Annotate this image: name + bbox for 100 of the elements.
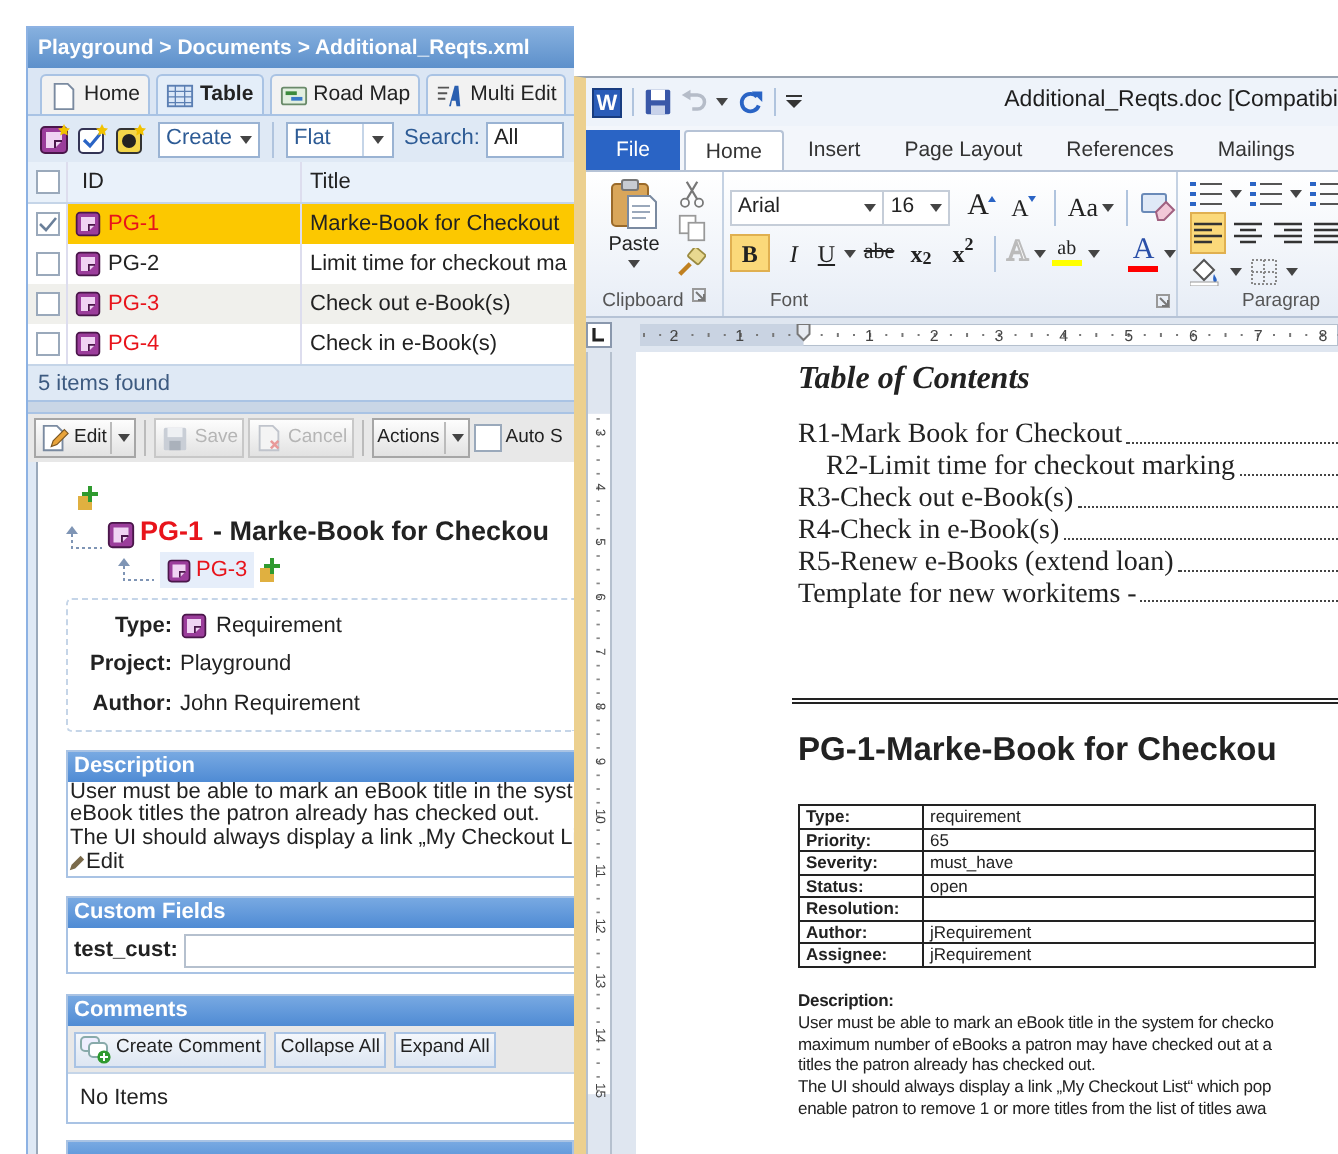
ruler-number: 2 — [669, 327, 679, 345]
caret-icon — [240, 135, 253, 143]
search-field[interactable]: All — [485, 121, 564, 157]
bullets-icon[interactable] — [1190, 180, 1222, 209]
shrink-font-button[interactable]: A — [1006, 188, 1042, 226]
cut-icon[interactable] — [678, 180, 706, 208]
format-button[interactable]: B — [730, 234, 770, 272]
caret-icon — [1164, 249, 1177, 257]
font-size-field[interactable]: 16 — [882, 189, 950, 225]
row-checkbox[interactable] — [35, 332, 59, 356]
borders-icon[interactable] — [1250, 257, 1278, 286]
toc-entry[interactable]: R4-Check in e-Book(s) — [798, 515, 1338, 548]
item-id: PG-2 — [108, 249, 160, 280]
description-line: The UI should always display a link „My Checkout Li — [70, 827, 574, 850]
table-row[interactable]: PG-1 Marke-Book for Checkout — [28, 204, 574, 244]
section-header: Comments — [68, 996, 574, 1026]
comment-button[interactable]: Create Comment — [74, 1031, 267, 1067]
select-all-checkbox[interactable] — [35, 170, 59, 194]
customize-toolbar-icon[interactable] — [786, 94, 802, 110]
view-select[interactable]: Flat — [286, 121, 395, 157]
description-line: The UI should always display a link „My Checkout List“ which pop — [798, 1076, 1274, 1099]
highlight-button[interactable]: ab — [1052, 234, 1100, 272]
row-checkbox[interactable] — [35, 212, 59, 236]
toc-entry[interactable]: R1-Mark Book for Checkout — [798, 420, 1338, 452]
font-color-button[interactable]: A — [1129, 234, 1176, 272]
font-name-field[interactable]: Arial — [730, 189, 885, 225]
description-line: titles the patron already has checked out. — [798, 1054, 1098, 1077]
tab[interactable]: Road Map — [269, 74, 421, 114]
align-left-button[interactable] — [1190, 212, 1226, 255]
ruler-number: 2 — [929, 327, 939, 345]
tab-stop-icon[interactable] — [586, 322, 612, 348]
toolbar-button[interactable]: Actions — [371, 418, 470, 458]
increase-arrow-icon — [988, 196, 997, 202]
description-line: User must be able to mark an eBook title in the syst — [70, 781, 574, 804]
grow-font-button[interactable]: A — [964, 188, 1000, 226]
format-button[interactable]: x$^{2}$ — [945, 234, 982, 272]
numbering-icon[interactable] — [1250, 180, 1282, 209]
format-button[interactable]: x$_{2}$ — [903, 234, 940, 272]
requirement-icon — [74, 210, 102, 238]
ribbon-tab[interactable]: References — [1046, 130, 1194, 170]
comment-button[interactable]: Expand All — [393, 1031, 496, 1067]
toolbar-button[interactable]: Edit — [34, 418, 137, 458]
ruler-number: 3 — [994, 327, 1004, 345]
table-row[interactable]: PG-3 Check out e-Book(s) — [28, 284, 574, 324]
child-item-link[interactable]: PG-3 — [160, 551, 254, 589]
toc-entry[interactable]: R3-Check out e-Book(s) — [798, 483, 1338, 516]
create-dropdown[interactable]: Create — [158, 121, 261, 157]
field-value: Playground — [180, 650, 292, 680]
field-label: test_cust: — [74, 935, 178, 966]
format-button[interactable]: I — [775, 234, 812, 272]
ribbon-tab[interactable]: Insert — [787, 130, 881, 170]
dialog-launcher-icon[interactable] — [691, 288, 706, 302]
save-icon[interactable] — [644, 88, 672, 116]
shading-icon[interactable] — [1190, 257, 1222, 286]
copy-icon[interactable] — [678, 214, 706, 242]
paste-button[interactable]: Paste — [602, 172, 666, 288]
tab[interactable]: Multi Edit — [426, 74, 567, 114]
section-header: Description — [68, 751, 574, 781]
row-checkbox[interactable] — [35, 292, 59, 316]
change-case-button[interactable]: Aa — [1067, 188, 1115, 226]
field-label: Project: — [88, 650, 172, 680]
ribbon-tab[interactable]: Mailings — [1197, 130, 1315, 170]
caret-icon — [716, 98, 728, 106]
description-line: User must be able to mark an eBook title in the system for checko — [798, 1011, 1276, 1033]
toc-entry[interactable]: Template for new workitems - — [798, 579, 1338, 611]
link-add-icon[interactable] — [78, 486, 98, 511]
link-add-icon[interactable] — [259, 558, 280, 582]
redo-icon[interactable] — [736, 88, 764, 116]
ribbon-tab[interactable]: Page Layout — [884, 130, 1043, 170]
property-value: open — [923, 874, 1315, 898]
multilevel-list-icon[interactable] — [1310, 180, 1338, 209]
tree-connector — [66, 526, 102, 550]
auto-save-label: Auto S — [505, 423, 563, 452]
caret-icon — [1290, 190, 1302, 199]
ribbon-tab[interactable]: Home — [683, 130, 784, 170]
format-button[interactable]: U — [817, 234, 856, 272]
tab[interactable]: Table — [156, 74, 264, 114]
edit-link[interactable]: Edit — [86, 846, 124, 880]
page-icon — [50, 81, 78, 109]
requirement-icon — [74, 250, 102, 278]
tab[interactable]: Home — [40, 74, 151, 114]
comment-button[interactable]: Collapse All — [274, 1031, 386, 1067]
toc-entry[interactable]: R5-Renew e-Books (extend loan) — [798, 547, 1338, 580]
property-label: Severity: — [799, 851, 923, 875]
caret-icon — [843, 249, 856, 257]
empty-message: No Items — [78, 1084, 171, 1114]
caret-icon — [1087, 249, 1100, 257]
column-header: Title — [310, 167, 351, 198]
property-label: Priority: — [799, 828, 923, 852]
auto-save-checkbox[interactable] — [473, 424, 502, 452]
custom-field-input[interactable] — [183, 933, 574, 967]
format-painter-icon[interactable] — [678, 248, 706, 276]
toc-entry[interactable]: R2-Limit time for checkout marking — [798, 451, 1338, 484]
property-label: Author: — [799, 920, 923, 944]
ribbon-tab[interactable]: File — [586, 130, 680, 170]
row-checkbox[interactable] — [35, 252, 59, 276]
indent-marker[interactable] — [796, 324, 811, 342]
format-button[interactable]: abe — [861, 234, 898, 272]
dialog-launcher-icon[interactable] — [1156, 293, 1170, 308]
clear-formatting-icon[interactable] — [1139, 191, 1176, 223]
